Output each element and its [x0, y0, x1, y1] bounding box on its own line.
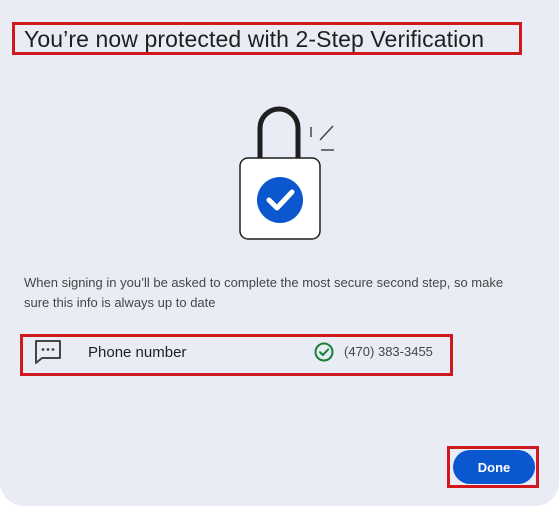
phone-number-label: Phone number: [88, 344, 187, 361]
done-button[interactable]: Done: [453, 450, 535, 484]
verification-dialog: You’re now protected with 2-Step Verific…: [0, 0, 559, 506]
dialog-title: You’re now protected with 2-Step Verific…: [24, 26, 485, 52]
phone-number-value: (470) 383-3455: [344, 344, 433, 359]
padlock-with-check-icon: [239, 106, 334, 240]
dialog-description: When signing in you’ll be asked to compl…: [24, 275, 504, 310]
message-icon: [35, 340, 61, 364]
check-circle-icon: [314, 342, 334, 362]
